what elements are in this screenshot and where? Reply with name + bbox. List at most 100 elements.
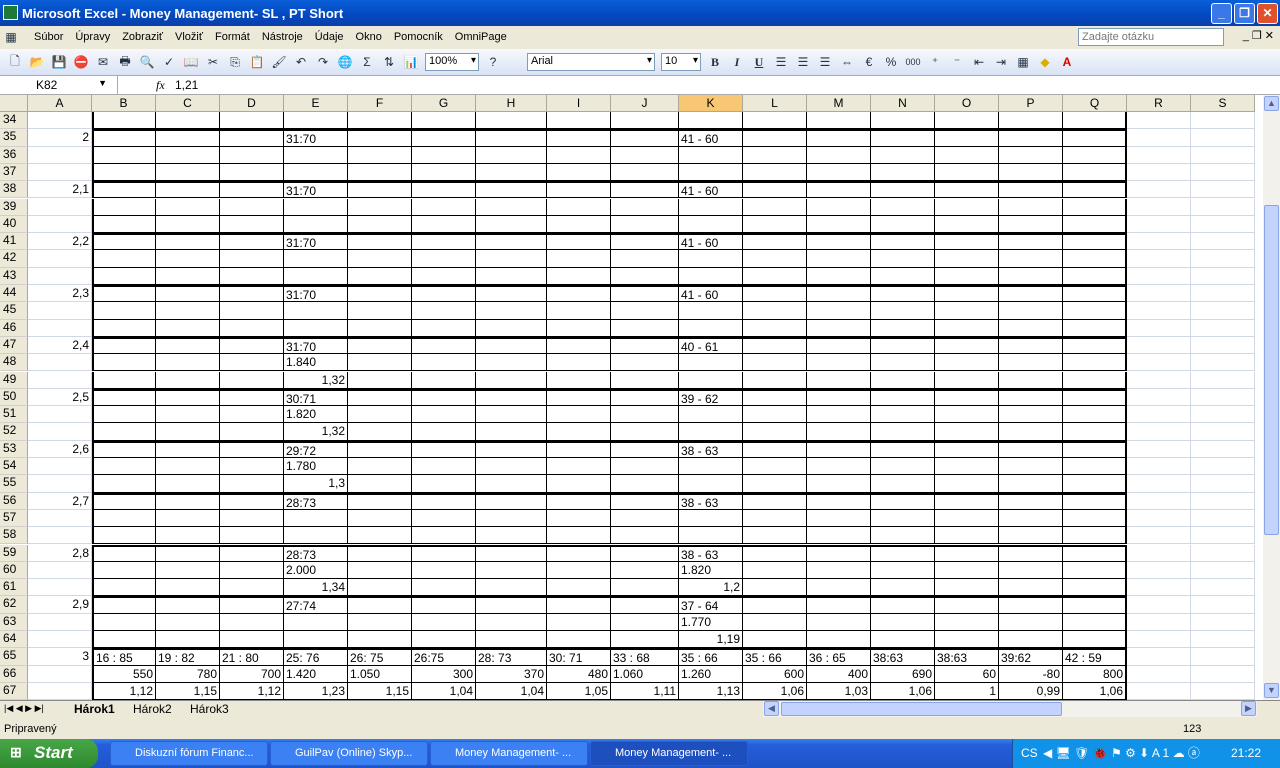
cell-K55[interactable]	[679, 475, 743, 493]
scroll-down-icon[interactable]: ▼	[1264, 683, 1279, 698]
cell-K37[interactable]	[679, 163, 743, 182]
cell-S38[interactable]	[1191, 181, 1255, 199]
cell-L59[interactable]	[743, 544, 807, 562]
cell-G38[interactable]	[412, 181, 476, 199]
cell-H60[interactable]	[476, 561, 547, 580]
cell-H44[interactable]	[476, 285, 547, 303]
cell-Q58[interactable]	[1063, 527, 1127, 545]
cell-I53[interactable]	[547, 440, 611, 458]
cell-L65[interactable]: 35 : 66	[743, 648, 807, 666]
cell-M59[interactable]	[807, 544, 871, 562]
row-header-38[interactable]: 38	[0, 181, 28, 199]
cell-S59[interactable]	[1191, 544, 1255, 562]
minimize-button[interactable]: _	[1211, 3, 1232, 24]
cell-O47[interactable]	[935, 336, 999, 355]
cell-B42[interactable]	[92, 250, 156, 268]
cell-O66[interactable]: 60	[935, 665, 999, 683]
task-excel-1[interactable]: Money Management- ...	[430, 741, 588, 766]
cell-J58[interactable]	[611, 527, 679, 545]
cell-C56[interactable]	[156, 492, 220, 510]
cell-O45[interactable]	[935, 302, 999, 320]
cell-K46[interactable]	[679, 319, 743, 337]
cell-A60[interactable]	[28, 561, 92, 580]
cell-B39[interactable]	[92, 198, 156, 216]
cell-P34[interactable]	[999, 112, 1063, 130]
cell-Q55[interactable]	[1063, 475, 1127, 493]
cell-K60[interactable]: 1.820	[679, 561, 743, 580]
cell-H64[interactable]	[476, 631, 547, 649]
cell-G63[interactable]	[412, 613, 476, 631]
cell-O67[interactable]: 1	[935, 682, 999, 700]
cell-S56[interactable]	[1191, 492, 1255, 510]
font-select[interactable]: Arial	[527, 53, 655, 71]
cell-J51[interactable]	[611, 406, 679, 424]
cell-D44[interactable]	[220, 285, 284, 303]
cell-N67[interactable]: 1,06	[871, 682, 935, 700]
cell-N49[interactable]	[871, 371, 935, 389]
cell-F41[interactable]	[348, 233, 412, 251]
cell-F37[interactable]	[348, 163, 412, 182]
cell-C42[interactable]	[156, 250, 220, 268]
cell-J43[interactable]	[611, 267, 679, 285]
row-header-36[interactable]: 36	[0, 146, 28, 164]
decrease-decimal-icon[interactable]: ⁻	[948, 53, 966, 71]
cell-O63[interactable]	[935, 613, 999, 631]
cell-S66[interactable]	[1191, 665, 1255, 683]
cell-I35[interactable]	[547, 129, 611, 147]
copy-icon[interactable]: ⎘	[226, 53, 244, 71]
cell-A67[interactable]	[28, 682, 92, 700]
cell-J35[interactable]	[611, 129, 679, 147]
cell-G50[interactable]	[412, 388, 476, 407]
cell-A51[interactable]	[28, 406, 92, 424]
chevron-down-icon[interactable]: ▼	[98, 78, 107, 88]
cell-I42[interactable]	[547, 250, 611, 268]
cell-F45[interactable]	[348, 302, 412, 320]
task-firefox[interactable]: Diskuzní fórum Financ...	[110, 741, 268, 766]
fill-color-icon[interactable]: ◆	[1036, 53, 1054, 71]
cell-R38[interactable]	[1127, 181, 1191, 199]
cell-O37[interactable]	[935, 163, 999, 182]
cell-N45[interactable]	[871, 302, 935, 320]
cell-K35[interactable]: 41 - 60	[679, 129, 743, 147]
cell-C66[interactable]: 780	[156, 665, 220, 683]
cell-N35[interactable]	[871, 129, 935, 147]
cell-J66[interactable]: 1.060	[611, 665, 679, 683]
paste-icon[interactable]: 📋	[248, 53, 266, 71]
cell-P35[interactable]	[999, 129, 1063, 147]
cell-N53[interactable]	[871, 440, 935, 458]
cell-S44[interactable]	[1191, 285, 1255, 303]
cell-G59[interactable]	[412, 544, 476, 562]
cell-K45[interactable]	[679, 302, 743, 320]
cell-P67[interactable]: 0,99	[999, 682, 1063, 700]
research-icon[interactable]: 📖	[182, 53, 200, 71]
cell-H65[interactable]: 28: 73	[476, 648, 547, 666]
cell-S61[interactable]	[1191, 579, 1255, 597]
cell-O52[interactable]	[935, 423, 999, 441]
cell-C55[interactable]	[156, 475, 220, 493]
cell-B36[interactable]	[92, 146, 156, 164]
cell-P39[interactable]	[999, 198, 1063, 216]
column-header-D[interactable]: D	[220, 95, 284, 112]
cell-L60[interactable]	[743, 561, 807, 580]
cell-I59[interactable]	[547, 544, 611, 562]
cell-E53[interactable]: 29:72	[284, 440, 348, 458]
cell-N37[interactable]	[871, 163, 935, 182]
cell-Q63[interactable]	[1063, 613, 1127, 631]
cell-G37[interactable]	[412, 163, 476, 182]
cell-R66[interactable]	[1127, 665, 1191, 683]
cell-S62[interactable]	[1191, 596, 1255, 614]
cell-A49[interactable]	[28, 371, 92, 389]
cell-N43[interactable]	[871, 267, 935, 285]
cell-H59[interactable]	[476, 544, 547, 562]
cell-S51[interactable]	[1191, 406, 1255, 424]
cell-N64[interactable]	[871, 631, 935, 649]
cell-R49[interactable]	[1127, 371, 1191, 389]
cell-F57[interactable]	[348, 509, 412, 528]
cell-S57[interactable]	[1191, 509, 1255, 528]
cell-P66[interactable]: -80	[999, 665, 1063, 683]
cell-O38[interactable]	[935, 181, 999, 199]
cell-H53[interactable]	[476, 440, 547, 458]
cell-Q46[interactable]	[1063, 319, 1127, 337]
cell-D36[interactable]	[220, 146, 284, 164]
cell-A38[interactable]: 2,1	[28, 181, 92, 199]
